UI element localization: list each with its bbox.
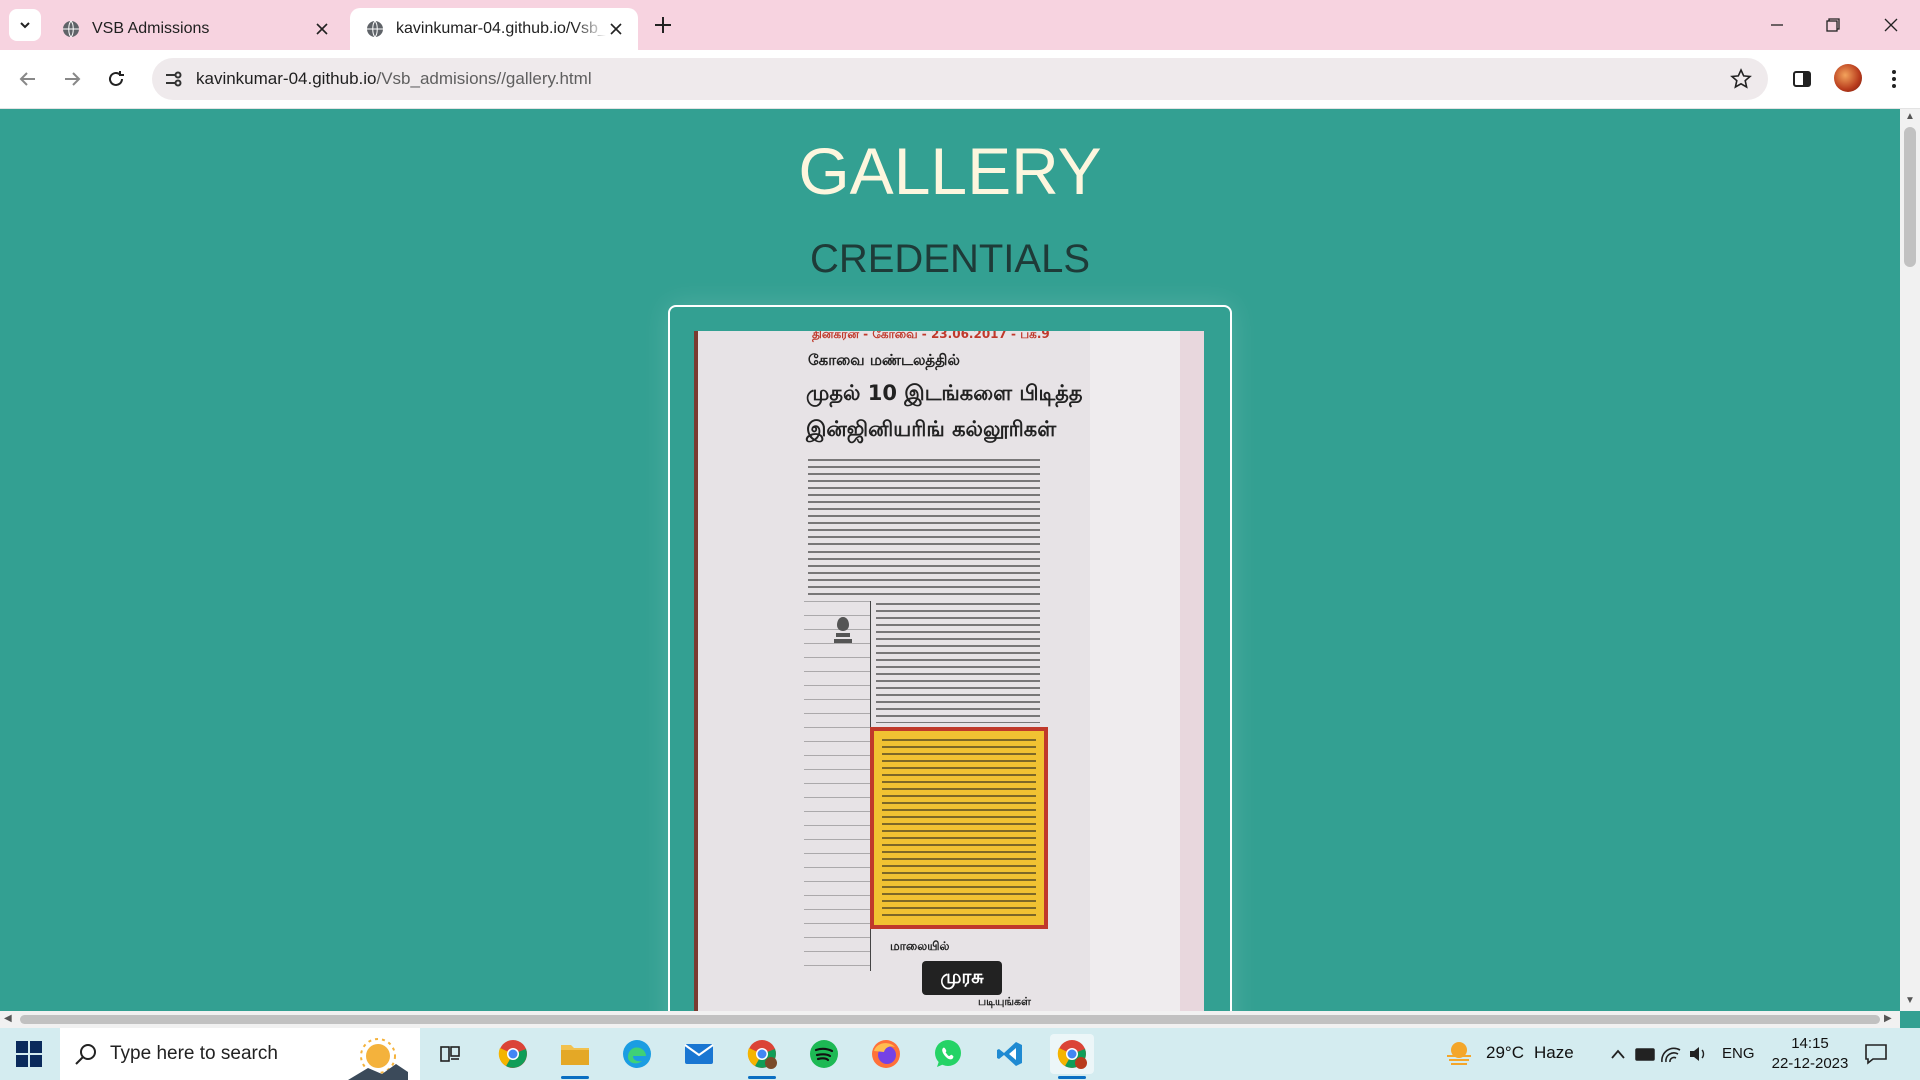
- address-bar[interactable]: kavinkumar-04.github.io/Vsb_admisions//g…: [152, 58, 1768, 100]
- spotify-icon[interactable]: [802, 1034, 846, 1074]
- minimize-icon[interactable]: [1762, 10, 1792, 40]
- vertical-scrollbar[interactable]: ▲ ▼: [1900, 109, 1920, 1011]
- section-title: CREDENTIALS: [809, 237, 1091, 281]
- restore-icon[interactable]: [1818, 10, 1848, 40]
- scrollbar-thumb[interactable]: [1904, 127, 1916, 267]
- clock-time: 14:15: [1791, 1035, 1829, 1052]
- url-text: kavinkumar-04.github.io/Vsb_admisions//g…: [196, 69, 592, 89]
- weather-widget[interactable]: 29°C Haze: [1444, 1040, 1574, 1066]
- tab-gallery[interactable]: kavinkumar-04.github.io/Vsb_admisions//g…: [350, 8, 638, 50]
- article-text-block: [808, 459, 1040, 545]
- taskbar-search-box[interactable]: Type here to search: [60, 1028, 420, 1080]
- footer-ad-line-3: படியுங்கள்: [978, 995, 1031, 1008]
- mail-icon[interactable]: [677, 1034, 721, 1074]
- back-icon[interactable]: [12, 63, 44, 95]
- edge-icon[interactable]: [615, 1034, 659, 1074]
- weather-illustration-icon: [348, 1038, 408, 1080]
- newspaper-logo: முரசு: [922, 961, 1002, 995]
- windows-start-icon[interactable]: [16, 1041, 42, 1067]
- new-tab-icon[interactable]: [652, 14, 674, 36]
- close-tab-icon[interactable]: [606, 19, 626, 39]
- firefox-icon[interactable]: [864, 1034, 908, 1074]
- highlighted-article-box: [870, 727, 1048, 929]
- reload-icon[interactable]: [100, 63, 132, 95]
- haze-icon: [1447, 1042, 1471, 1065]
- article-text-block: [876, 603, 1040, 723]
- globe-icon: [63, 20, 79, 38]
- forward-icon[interactable]: [56, 63, 88, 95]
- notification-center-icon[interactable]: [1864, 1042, 1888, 1066]
- scroll-left-arrow[interactable]: ◀: [4, 1013, 12, 1024]
- chrome-icon[interactable]: [491, 1034, 535, 1074]
- side-advertisement: [804, 601, 871, 971]
- masthead: தினகரன் - கோவை - 23.06.2017 - பக்.9: [812, 331, 1050, 341]
- chrome-profile-icon[interactable]: [740, 1034, 784, 1079]
- close-tab-icon[interactable]: [312, 19, 332, 39]
- scroll-up-arrow[interactable]: ▲: [1905, 111, 1915, 122]
- tab-title: VSB Admissions: [92, 20, 210, 37]
- article-text-block: [808, 551, 1040, 599]
- taskbar-clock[interactable]: 14:15 22-12-2023: [1768, 1034, 1852, 1074]
- url-host: kavinkumar-04.github.io: [196, 69, 377, 88]
- chrome-active-icon[interactable]: [1050, 1034, 1094, 1079]
- bookmark-star-icon[interactable]: [1730, 68, 1752, 90]
- side-panel-icon[interactable]: [1786, 63, 1818, 95]
- photo-edge: [694, 331, 698, 1011]
- profile-avatar[interactable]: [1834, 64, 1862, 92]
- url-path: /Vsb_admisions//gallery.html: [376, 69, 592, 88]
- language-indicator[interactable]: ENG: [1722, 1045, 1755, 1062]
- site-info-icon[interactable]: [162, 68, 184, 90]
- newspaper-clipping-image[interactable]: தினகரன் - கோவை - 23.06.2017 - பக்.9 கோவை…: [694, 331, 1204, 1011]
- tab-vsb-admissions[interactable]: VSB Admissions: [46, 8, 346, 50]
- clock-date: 22-12-2023: [1771, 1055, 1849, 1072]
- windows-taskbar: Type here to search 29°C Haze ENG 14:15 …: [0, 1028, 1920, 1080]
- chevron-down-icon: [20, 22, 30, 29]
- photo-margin: [1090, 331, 1180, 1011]
- horizontal-scrollbar[interactable]: ◀ ▶: [0, 1011, 1900, 1028]
- footer-ad-line-1: மாலையில்: [890, 939, 950, 953]
- footer-ad-logo: முரசு: [940, 965, 984, 988]
- emblem-icon: [834, 617, 852, 643]
- menu-dots-icon[interactable]: [1878, 63, 1910, 95]
- scrollbar-thumb[interactable]: [20, 1015, 1880, 1024]
- globe-icon: [367, 20, 383, 38]
- vscode-icon[interactable]: [988, 1034, 1032, 1074]
- whatsapp-icon[interactable]: [926, 1034, 970, 1074]
- kicker-text: கோவை மண்டலத்தில்: [808, 351, 960, 369]
- headline-line-2: இன்ஜினியரிங் கல்லூரிகள்: [806, 417, 1057, 441]
- weather-condition: Haze: [1533, 1043, 1574, 1062]
- task-view-icon[interactable]: [428, 1034, 472, 1074]
- browser-tab-bar: VSB Admissions kavinkumar-04.github.io/V…: [0, 0, 1920, 50]
- tab-title: kavinkumar-04.github.io/Vsb_admisions//g…: [396, 20, 606, 37]
- page-title: GALLERY: [798, 134, 1102, 208]
- headline-line-1: முதல் 10 இடங்களை பிடித்த: [806, 381, 1083, 405]
- file-explorer-icon[interactable]: [553, 1034, 597, 1079]
- search-placeholder: Type here to search: [110, 1043, 278, 1064]
- scroll-right-arrow[interactable]: ▶: [1884, 1013, 1892, 1024]
- highlighted-article-text: [882, 739, 1036, 919]
- tab-search-button[interactable]: [9, 9, 41, 41]
- web-page: GALLERY CREDENTIALS தினகரன் - கோவை - 23.…: [0, 109, 1900, 1011]
- scroll-down-arrow[interactable]: ▼: [1905, 995, 1915, 1006]
- weather-temperature: 29°C: [1486, 1043, 1524, 1062]
- browser-toolbar: kavinkumar-04.github.io/Vsb_admisions//g…: [0, 50, 1920, 109]
- search-icon: [75, 1044, 96, 1065]
- photo-margin: [1180, 331, 1204, 1011]
- close-window-icon[interactable]: [1876, 10, 1906, 40]
